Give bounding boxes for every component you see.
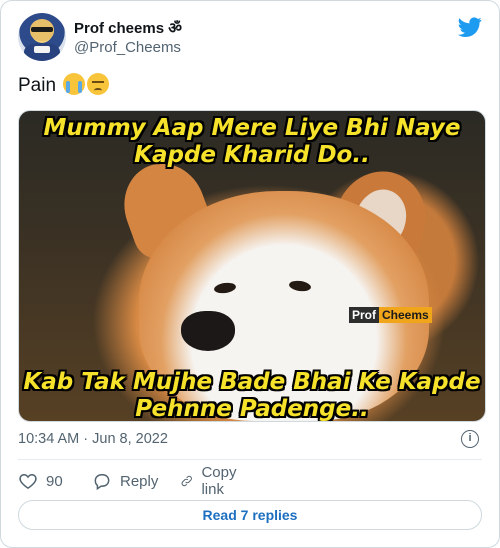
- tweet-image[interactable]: Mummy Aap Mere Liye Bhi Naye Kapde Khari…: [18, 110, 486, 422]
- author-handle[interactable]: @Prof_Cheems: [74, 39, 181, 56]
- tweet-body: Pain: [18, 75, 57, 96]
- pensive-face-icon: [87, 73, 110, 95]
- avatar[interactable]: [18, 13, 66, 61]
- divider: [18, 459, 482, 460]
- avatar-sunglasses: [31, 27, 53, 32]
- loudly-crying-face-icon: [63, 73, 86, 95]
- watermark-right: Cheems: [379, 307, 432, 323]
- meme-caption-top: Mummy Aap Mere Liye Bhi Naye Kapde Khari…: [43, 115, 461, 168]
- tweet-text: Pain: [18, 73, 110, 97]
- reply-label: Reply: [120, 472, 159, 490]
- watermark-left: Prof: [349, 307, 379, 323]
- info-icon[interactable]: i: [461, 430, 479, 448]
- like-count: 90: [46, 472, 63, 490]
- heart-icon: [19, 473, 37, 489]
- dog-nose: [181, 311, 235, 351]
- tweet-header: Prof cheems ॐ @Prof_Cheems: [18, 13, 482, 63]
- twitter-bird-icon[interactable]: [458, 15, 482, 39]
- link-icon: [181, 475, 192, 487]
- meme-caption-bottom: Kab Tak Mujhe Bade Bhai Ke Kapde Pehnne …: [23, 369, 481, 422]
- copy-link-button[interactable]: Copy link: [180, 464, 243, 498]
- avatar-badge: [34, 46, 50, 53]
- read-replies-button[interactable]: Read 7 replies: [18, 500, 482, 530]
- copy-link-label: Copy link: [201, 464, 237, 498]
- watermark: Prof Cheems: [349, 307, 432, 323]
- author-name[interactable]: Prof cheems ॐ: [74, 18, 182, 38]
- like-button[interactable]: 90: [18, 469, 63, 493]
- tweet-timestamp[interactable]: 10:34 AM · Jun 8, 2022: [18, 431, 168, 447]
- tweet-card: Prof cheems ॐ @Prof_Cheems Pain Mummy Aa…: [0, 0, 500, 548]
- reply-bubble-icon: [94, 474, 110, 491]
- reply-button[interactable]: Reply: [92, 469, 158, 493]
